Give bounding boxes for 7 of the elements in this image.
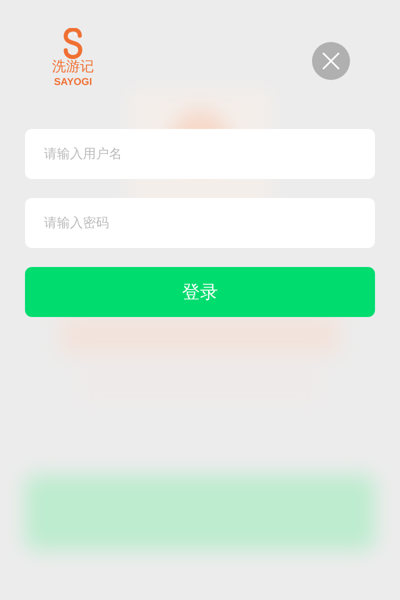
s-logo-icon [61,28,85,59]
input-field[interactable]: 请输入用户名 [25,129,375,179]
close-icon [322,52,340,70]
input-field[interactable]: 请输入密码 [25,198,375,248]
login-button[interactable]: 登录 [25,267,375,317]
logo-wordmark: SAYOGI [54,76,92,89]
logo-name: 洗游记 [52,59,94,76]
